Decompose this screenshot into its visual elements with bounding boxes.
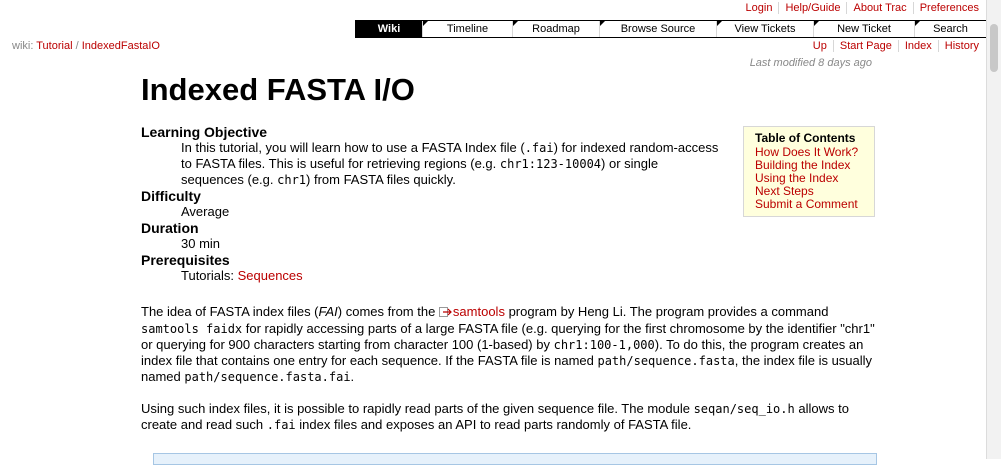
tab-view-tickets[interactable]: View Tickets (716, 21, 813, 37)
tab-roadmap[interactable]: Roadmap (512, 21, 599, 37)
start-page-link[interactable]: Start Page (840, 40, 892, 52)
tab-browse-source[interactable]: Browse Source (599, 21, 716, 37)
tab-wiki[interactable]: Wiki (355, 21, 422, 37)
wiki-content: Indexed FASTA I/O Learning Objective In … (141, 70, 877, 433)
objective-text: In this tutorial, you will learn how to … (181, 140, 719, 187)
prerequisites-value: Tutorials: Sequences (181, 268, 303, 283)
code-region: chr1:123-10004 (499, 157, 602, 171)
index-link[interactable]: Index (905, 40, 932, 52)
breadcrumb-page-link[interactable]: IndexedFastaIO (82, 40, 160, 52)
breadcrumb-prefix: wiki: (12, 40, 34, 52)
breadcrumb-tutorial-link[interactable]: Tutorial (36, 40, 72, 52)
login-link[interactable]: Login (746, 2, 773, 14)
sequences-link[interactable]: Sequences (238, 268, 303, 283)
breadcrumb-separator: / (75, 40, 79, 52)
preferences-link[interactable]: Preferences (920, 2, 979, 14)
code-block (153, 453, 877, 465)
module-paragraph: Using such index files, it is possible t… (141, 401, 849, 432)
context-nav: Up Start Page Index History (807, 40, 985, 52)
meta-nav: Login Help/Guide About Trac Preferences (740, 2, 985, 14)
about-trac-link[interactable]: About Trac (853, 2, 906, 14)
duration-label: Duration (141, 220, 199, 236)
breadcrumb: wiki: Tutorial / IndexedFastaIO (12, 40, 160, 52)
last-modified: Last modified 8 days ago (749, 57, 872, 69)
difficulty-value: Average (181, 204, 230, 219)
vertical-scrollbar[interactable] (986, 0, 1001, 459)
duration-value: 30 min (181, 236, 221, 251)
code-fai: .fai (524, 141, 554, 155)
samtools-link[interactable]: samtools (453, 304, 505, 319)
main-nav: Wiki Timeline Roadmap Browse Source View… (355, 20, 986, 38)
table-of-contents: Table of Contents How Does It Work? Buil… (743, 126, 875, 217)
scrollbar-thumb[interactable] (990, 24, 998, 72)
page-title: Indexed FASTA I/O (141, 72, 415, 107)
tab-timeline[interactable]: Timeline (422, 21, 512, 37)
prerequisites-label: Prerequisites (141, 252, 230, 268)
tab-search[interactable]: Search (914, 21, 986, 37)
up-link[interactable]: Up (813, 40, 827, 52)
toc-title: Table of Contents (755, 131, 856, 145)
tab-new-ticket[interactable]: New Ticket (813, 21, 914, 37)
history-link[interactable]: History (945, 40, 979, 52)
help-guide-link[interactable]: Help/Guide (785, 2, 840, 14)
code-chr1: chr1 (277, 173, 307, 187)
external-link-icon (438, 305, 453, 321)
toc-item-submit-comment[interactable]: Submit a Comment (755, 198, 866, 211)
intro-paragraph: The idea of FASTA index files (FAI) come… (141, 304, 875, 384)
